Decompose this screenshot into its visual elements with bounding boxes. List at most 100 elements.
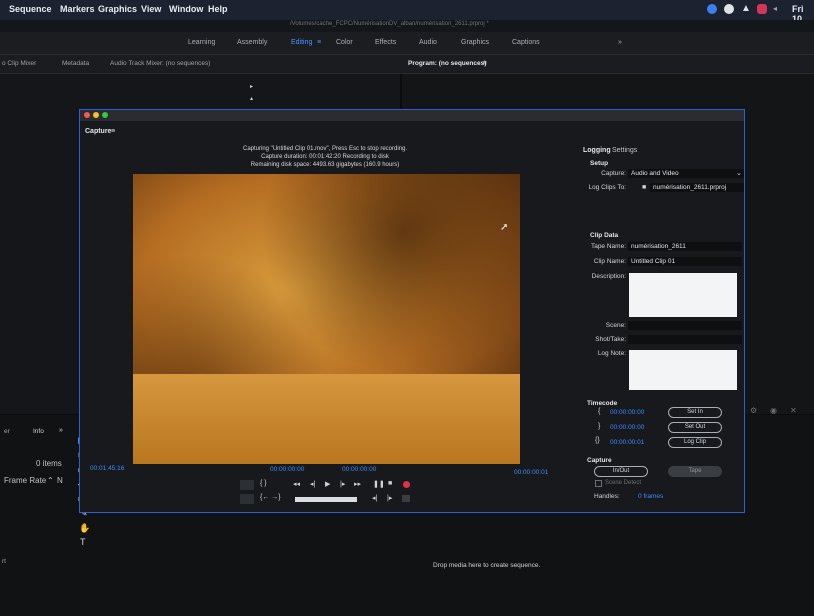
timecode-duration-value[interactable]: 00:00:00:01 xyxy=(610,439,644,446)
timecode-out-value[interactable]: 00:00:00:00 xyxy=(610,424,644,431)
tab-info[interactable]: Info xyxy=(33,428,44,435)
set-out-button[interactable]: Set Out xyxy=(668,422,722,433)
workspace-effects[interactable]: Effects xyxy=(375,39,396,46)
menu-markers[interactable]: Markers xyxy=(60,4,95,14)
menu-graphics[interactable]: Graphics xyxy=(98,4,137,14)
volume-icon[interactable]: ◂ xyxy=(773,4,783,14)
capture-menu-icon[interactable]: ≡ xyxy=(111,128,115,135)
scene-field[interactable] xyxy=(628,321,742,330)
app-status-icon[interactable] xyxy=(757,4,767,14)
log-clip-button[interactable]: Log Clip xyxy=(668,437,722,448)
capture-panel-title[interactable]: Capture xyxy=(85,128,111,135)
program-menu-icon[interactable]: ≡ xyxy=(483,60,487,67)
logging-panel: Logging Settings Setup Capture: Audio an… xyxy=(580,144,744,510)
tab-metadata[interactable]: Metadata xyxy=(62,60,89,67)
log-clips-select[interactable]: numérisation_2611.prproj xyxy=(650,183,744,192)
jog-back-icon[interactable]: ◂| xyxy=(372,494,377,502)
workspace-learning[interactable]: Learning xyxy=(188,39,215,46)
monitor-settings-icon[interactable]: ⚙ xyxy=(750,406,757,415)
scene-detect-checkbox[interactable] xyxy=(595,480,602,487)
project-tab-partial[interactable]: er xyxy=(4,428,10,435)
menu-view[interactable]: View xyxy=(141,4,161,14)
transport-controls: { } ◂◂ ◂| ▶ |▸ ▸▸ ❚❚ ■ {← →} ◂| |▸ xyxy=(240,480,420,506)
menu-window[interactable]: Window xyxy=(169,4,203,14)
creative-cloud-icon[interactable] xyxy=(707,4,717,14)
capture-mode-label: Capture: xyxy=(601,170,626,177)
workspace-color[interactable]: Color xyxy=(336,39,353,46)
goto-bracket-icon[interactable]: {← →} xyxy=(260,494,281,501)
tab-settings[interactable]: Settings xyxy=(612,147,637,154)
stop-icon[interactable]: ■ xyxy=(388,480,392,487)
log-note-field[interactable] xyxy=(629,350,737,390)
project-path: /Volumes/cache_FCPC/NumérisationDV_alban… xyxy=(290,21,489,27)
duration-timecode[interactable]: 00:00:00:01 xyxy=(514,469,548,476)
timecode-in-value[interactable]: 00:00:00:00 xyxy=(610,409,644,416)
shot-take-field[interactable] xyxy=(628,335,742,344)
capture-inout-button[interactable]: In/Out xyxy=(594,466,648,477)
panel-tabs: o Clip Mixer Metadata Audio Track Mixer:… xyxy=(0,55,814,74)
workspace-captions[interactable]: Captions xyxy=(512,39,540,46)
handles-value[interactable]: 0 frames xyxy=(638,493,663,500)
out-point-timecode[interactable]: 00:00:00:00 xyxy=(342,466,376,473)
column-more-icon[interactable]: N xyxy=(57,476,63,485)
up-arrow-icon[interactable]: ▴ xyxy=(250,95,253,102)
step-forward-icon[interactable]: |▸ xyxy=(340,480,345,488)
rewind-icon[interactable]: ◂◂ xyxy=(293,480,300,488)
step-back-icon[interactable]: ◂| xyxy=(310,480,315,488)
capture-heading: Capture xyxy=(587,457,612,464)
tape-name-field[interactable]: numérisation_2611 xyxy=(628,242,742,251)
workspace-assembly[interactable]: Assembly xyxy=(237,39,267,46)
scene-label: Scene: xyxy=(605,322,626,329)
workspace-editing[interactable]: Editing xyxy=(291,39,312,46)
camera-icon[interactable]: ◉ xyxy=(770,406,777,415)
setup-heading: Setup xyxy=(590,160,609,167)
capture-status-line2: Capture duration: 00:01:42:20 Recording … xyxy=(261,154,389,160)
tab-audio-track-mixer[interactable]: Audio Track Mixer: (no sequences) xyxy=(110,60,210,67)
tab-logging[interactable]: Logging xyxy=(583,147,611,154)
workspace-graphics[interactable]: Graphics xyxy=(461,39,489,46)
status-icon[interactable] xyxy=(724,4,734,14)
sort-asc-icon[interactable]: ⌃ xyxy=(47,476,54,485)
mark-in-icon[interactable] xyxy=(240,480,254,490)
clip-name-field[interactable]: Untitled Clip 01 xyxy=(628,257,742,266)
edge-label: rt xyxy=(2,558,6,565)
menu-help[interactable]: Help xyxy=(208,4,228,14)
tab-clip-mixer[interactable]: o Clip Mixer xyxy=(2,60,36,67)
shuttle-slider[interactable] xyxy=(295,497,357,502)
fast-forward-icon[interactable]: ▸▸ xyxy=(354,480,361,488)
hamburger-icon[interactable]: ≡ xyxy=(317,39,321,46)
workspace-overflow-icon[interactable]: » xyxy=(618,39,622,46)
description-field[interactable] xyxy=(629,273,737,317)
warning-icon[interactable]: ▲ xyxy=(741,3,751,14)
close-window-icon[interactable] xyxy=(84,112,90,118)
hand-tool-icon[interactable]: ✋ xyxy=(79,523,90,534)
scene-search-icon[interactable] xyxy=(402,495,410,502)
in-point-timecode[interactable]: 00:00:00:00 xyxy=(270,466,304,473)
minimize-window-icon[interactable] xyxy=(93,112,99,118)
menubar: Sequence Markers Graphics View Window He… xyxy=(0,0,814,24)
goto-in-icon[interactable] xyxy=(240,494,254,504)
play-arrow-icon[interactable]: ▸ xyxy=(250,83,253,90)
current-timecode[interactable]: 00:01:45:16 xyxy=(90,465,124,472)
program-monitor-title[interactable]: Program: (no sequences) xyxy=(408,60,486,67)
floor-area xyxy=(133,374,520,464)
wrench-icon[interactable]: ✕ xyxy=(790,406,797,415)
menu-sequence[interactable]: Sequence xyxy=(9,4,52,14)
type-tool-icon[interactable]: T xyxy=(80,537,86,547)
record-icon[interactable] xyxy=(403,481,410,488)
items-count: 0 items xyxy=(36,459,62,468)
workspace-audio[interactable]: Audio xyxy=(419,39,437,46)
zoom-window-icon[interactable] xyxy=(102,112,108,118)
pause-icon[interactable]: ❚❚ xyxy=(373,480,385,488)
capture-mode-select[interactable]: Audio and Video xyxy=(628,169,744,178)
jog-forward-icon[interactable]: |▸ xyxy=(387,494,392,502)
play-icon[interactable]: ▶ xyxy=(325,480,330,488)
set-in-button[interactable]: Set In xyxy=(668,407,722,418)
in-bracket-icon[interactable]: { } xyxy=(260,480,267,487)
capture-tape-button[interactable]: Tape xyxy=(668,466,722,477)
timecode-heading: Timecode xyxy=(587,400,618,407)
chevron-down-icon[interactable]: ⌄ xyxy=(736,169,742,177)
frame-rate-column[interactable]: Frame Rate xyxy=(4,476,46,485)
folder-icon: ■ xyxy=(642,184,647,191)
panel-overflow-icon[interactable]: » xyxy=(59,427,63,434)
